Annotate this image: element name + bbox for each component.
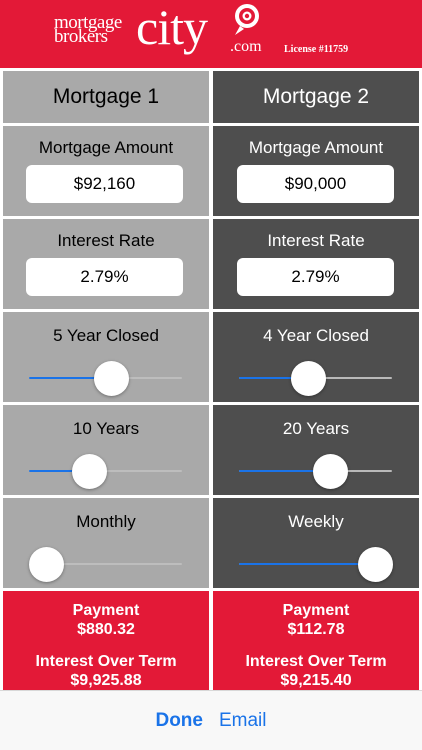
slider-thumb[interactable] xyxy=(29,547,64,582)
mortgage-2-frequency-section: Weekly xyxy=(213,498,419,588)
email-button[interactable]: Email xyxy=(219,710,267,732)
mortgage-1-rate-input[interactable]: 2.79% xyxy=(26,258,183,296)
payment-frequency-label: Weekly xyxy=(288,512,344,531)
mortgage-1-rate-section: Interest Rate 2.79% xyxy=(3,219,209,309)
mortgage-1-results: Payment $880.32 Interest Over Term $9,92… xyxy=(3,591,209,691)
mortgage-amount-label: Mortgage Amount xyxy=(248,138,384,157)
mortgage-brokers-city-logo: mortgage brokers city .com License #1175… xyxy=(54,0,374,66)
mortgage-2-title: Mortgage 2 xyxy=(213,71,419,123)
amortization-label: 10 Years xyxy=(72,419,140,438)
mortgage-2-payment-value: $112.78 xyxy=(287,621,345,638)
mortgage-1-title: Mortgage 1 xyxy=(3,71,209,123)
slider-thumb[interactable] xyxy=(94,361,130,396)
interest-over-term-label: Interest Over Term xyxy=(35,653,177,670)
interest-rate-label: Interest Rate xyxy=(267,231,365,250)
mortgage-1-amortization-slider[interactable] xyxy=(29,454,182,489)
mortgage-2-rate-section: Interest Rate 2.79% xyxy=(213,219,419,309)
payment-frequency-label: Monthly xyxy=(76,512,136,531)
mortgage-1-frequency-section: Monthly xyxy=(3,498,209,588)
term-label: 4 Year Closed xyxy=(263,326,369,345)
payment-label: Payment xyxy=(282,602,350,619)
slider-fill xyxy=(239,563,375,565)
mortgage-1-frequency-slider[interactable] xyxy=(29,547,182,582)
mortgage-1-payment-value: $880.32 xyxy=(77,621,135,638)
mortgage-2-term-slider[interactable] xyxy=(239,361,392,396)
mortgage-1-term-section: 5 Year Closed xyxy=(3,312,209,402)
done-button[interactable]: Done xyxy=(155,710,203,732)
bottom-toolbar: Done Email xyxy=(0,690,422,750)
slider-thumb[interactable] xyxy=(71,454,107,489)
logo-text-mortgage-brokers: mortgage brokers xyxy=(54,13,122,46)
mortgage-2-rate-input[interactable]: 2.79% xyxy=(237,258,394,296)
mortgage-2-frequency-slider[interactable] xyxy=(239,547,393,582)
logo-city: city xyxy=(136,0,208,55)
mortgage-2-amortization-section: 20 Years xyxy=(213,405,419,495)
mortgage-1-amount-input[interactable]: $92,160 xyxy=(26,165,183,203)
mortgage-amount-label: Mortgage Amount xyxy=(38,138,174,157)
mortgage-2-results: Payment $112.78 Interest Over Term $9,21… xyxy=(213,591,419,691)
amortization-label: 20 Years xyxy=(282,419,350,438)
slider-thumb[interactable] xyxy=(312,454,348,489)
interest-over-term-label: Interest Over Term xyxy=(245,653,387,670)
mortgage-2-amount-section: Mortgage Amount $90,000 xyxy=(213,126,419,216)
logo-com: .com xyxy=(230,38,262,55)
mortgage-2-term-section: 4 Year Closed xyxy=(213,312,419,402)
term-label: 5 Year Closed xyxy=(53,326,159,345)
slider-thumb[interactable] xyxy=(358,547,393,582)
mortgage-2-amount-input[interactable]: $90,000 xyxy=(237,165,394,203)
payment-label: Payment xyxy=(72,602,140,619)
mortgage-1-interest-value: $9,925.88 xyxy=(70,672,142,689)
license-number: License #11759 xyxy=(284,44,349,55)
location-pin-icon xyxy=(235,4,259,35)
mortgage-1-amount-section: Mortgage Amount $92,160 xyxy=(3,126,209,216)
mortgage-1-term-slider[interactable] xyxy=(29,361,182,396)
mortgage-2-interest-value: $9,215.40 xyxy=(280,672,352,689)
mortgage-1-amortization-section: 10 Years xyxy=(3,405,209,495)
interest-rate-label: Interest Rate xyxy=(57,231,155,250)
app-header: mortgage brokers city .com License #1175… xyxy=(0,0,422,68)
mortgage-2-amortization-slider[interactable] xyxy=(239,454,392,489)
slider-thumb[interactable] xyxy=(291,361,327,396)
